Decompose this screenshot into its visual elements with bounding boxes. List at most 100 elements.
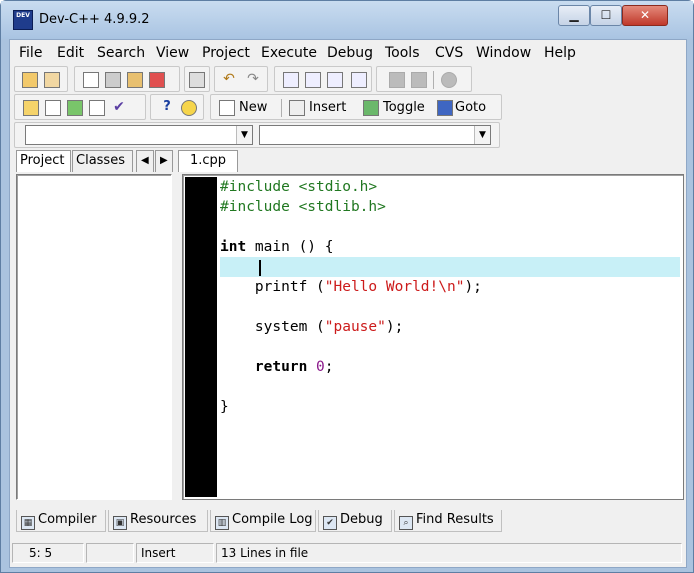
- status-blank: [86, 543, 134, 563]
- save-icon[interactable]: [105, 72, 121, 88]
- undo-icon[interactable]: ↶: [221, 72, 237, 88]
- open-file-icon[interactable]: [44, 72, 60, 88]
- find-icon[interactable]: [283, 72, 299, 88]
- maximize-button[interactable]: ☐: [590, 5, 622, 26]
- tab-debug[interactable]: ✔ Debug: [318, 510, 392, 532]
- member-select[interactable]: ▼: [259, 125, 491, 145]
- rebuild-all-icon[interactable]: [89, 100, 105, 116]
- code-area[interactable]: #include <stdio.h> #include <stdlib.h> int…: [220, 177, 680, 497]
- code-line[interactable]: [220, 217, 680, 237]
- minimize-button[interactable]: ▁: [558, 5, 590, 26]
- code-line-current[interactable]: [220, 257, 680, 277]
- code-token: ;: [324, 359, 334, 375]
- help-toolbar: ?: [150, 94, 204, 120]
- compiler-icon: ▦: [21, 516, 35, 530]
- menu-execute[interactable]: Execute: [261, 45, 317, 61]
- print-icon[interactable]: [189, 72, 205, 88]
- code-token: "Hello World!\n": [324, 279, 465, 295]
- toggle-bookmark-icon[interactable]: [363, 100, 379, 116]
- tab-resources-label: Resources: [130, 512, 197, 527]
- replace-icon[interactable]: [305, 72, 321, 88]
- tab-scroll-left-icon[interactable]: ◀: [136, 150, 154, 172]
- compile-icon[interactable]: [23, 100, 39, 116]
- code-line[interactable]: #include <stdlib.h>: [220, 197, 680, 217]
- stop-icon[interactable]: [441, 72, 457, 88]
- status-bar: 5: 5 Insert 13 Lines in file: [10, 542, 686, 564]
- redo-icon[interactable]: ↷: [245, 72, 261, 88]
- close-file-icon[interactable]: [149, 72, 165, 88]
- goto-button[interactable]: Goto: [455, 100, 486, 115]
- code-token: );: [464, 279, 482, 295]
- find-next-icon[interactable]: [327, 72, 343, 88]
- new-icon[interactable]: [219, 100, 235, 116]
- compile-log-icon: ▥: [215, 516, 229, 530]
- open-project-icon[interactable]: [22, 72, 38, 88]
- code-line[interactable]: }: [220, 397, 680, 417]
- menu-file[interactable]: File: [19, 45, 42, 61]
- tab-classes[interactable]: Classes: [72, 150, 133, 172]
- insert-button[interactable]: Insert: [309, 100, 346, 115]
- run-icon[interactable]: [45, 100, 61, 116]
- check-syntax-icon[interactable]: ✔: [111, 100, 127, 116]
- compile-run-icon[interactable]: [67, 100, 83, 116]
- code-token: );: [385, 319, 404, 335]
- code-line[interactable]: printf ("Hello World!\n");: [220, 277, 680, 297]
- code-line[interactable]: system ("pause");: [220, 317, 680, 337]
- code-line[interactable]: #include <stdio.h>: [220, 177, 680, 197]
- tab-project[interactable]: Project: [16, 150, 71, 172]
- indent-icon[interactable]: [411, 72, 427, 88]
- unindent-icon[interactable]: [389, 72, 405, 88]
- menu-help[interactable]: Help: [544, 45, 576, 61]
- resources-icon: ▣: [113, 516, 127, 530]
- compile-toolbar: ✔: [14, 94, 146, 120]
- menu-tools[interactable]: Tools: [385, 45, 420, 61]
- code-line[interactable]: [220, 417, 680, 437]
- tab-find-results[interactable]: ⌕ Find Results: [394, 510, 502, 532]
- tab-compiler[interactable]: ▦ Compiler: [16, 510, 106, 532]
- code-line[interactable]: int main () {: [220, 237, 680, 257]
- menu-project[interactable]: Project: [202, 45, 250, 61]
- class-select[interactable]: ▼: [25, 125, 253, 145]
- code-line[interactable]: [220, 337, 680, 357]
- chevron-down-icon[interactable]: ▼: [474, 126, 490, 144]
- tab-compile-log[interactable]: ▥ Compile Log: [210, 510, 316, 532]
- menu-cvs[interactable]: CVS: [435, 45, 463, 61]
- goto-bookmark-icon[interactable]: [437, 100, 453, 116]
- text-caret: [259, 260, 261, 276]
- code-line[interactable]: [220, 377, 680, 397]
- tab-find-results-label: Find Results: [416, 512, 494, 527]
- undo-toolbar: ↶ ↷: [214, 66, 268, 92]
- menu-window[interactable]: Window: [476, 45, 531, 61]
- project-tree-panel[interactable]: [16, 174, 172, 500]
- status-mode: Insert: [136, 543, 214, 563]
- help-icon[interactable]: ?: [159, 100, 175, 116]
- tab-resources[interactable]: ▣ Resources: [108, 510, 208, 532]
- menu-search[interactable]: Search: [97, 45, 145, 61]
- chevron-down-icon[interactable]: ▼: [236, 126, 252, 144]
- window-title: Dev-C++ 4.9.9.2: [39, 12, 150, 27]
- code-token: main () {: [246, 239, 334, 255]
- new-file-icon[interactable]: [83, 72, 99, 88]
- save-all-icon[interactable]: [127, 72, 143, 88]
- code-line[interactable]: [220, 297, 680, 317]
- code-editor[interactable]: #include <stdio.h> #include <stdlib.h> int…: [182, 174, 684, 500]
- title-bar[interactable]: DEV Dev-C++ 4.9.9.2 ▁ ☐ ✕: [1, 1, 693, 39]
- tab-scroll-right-icon[interactable]: ▶: [155, 150, 173, 172]
- goto-line-icon[interactable]: [351, 72, 367, 88]
- tab-1cpp[interactable]: 1.cpp: [178, 150, 238, 172]
- status-info: 13 Lines in file: [216, 543, 682, 563]
- menu-view[interactable]: View: [156, 45, 189, 61]
- menu-debug[interactable]: Debug: [327, 45, 373, 61]
- about-icon[interactable]: [181, 100, 197, 116]
- tab-compile-log-label: Compile Log: [232, 512, 313, 527]
- toggle-button[interactable]: Toggle: [383, 100, 425, 115]
- close-button[interactable]: ✕: [622, 5, 668, 26]
- insert-icon[interactable]: [289, 100, 305, 116]
- new-button[interactable]: New: [239, 100, 267, 115]
- code-line[interactable]: return 0;: [220, 357, 680, 377]
- menu-edit[interactable]: Edit: [57, 45, 84, 61]
- status-position: 5: 5: [12, 543, 84, 563]
- navigation-toolbar: [376, 66, 472, 92]
